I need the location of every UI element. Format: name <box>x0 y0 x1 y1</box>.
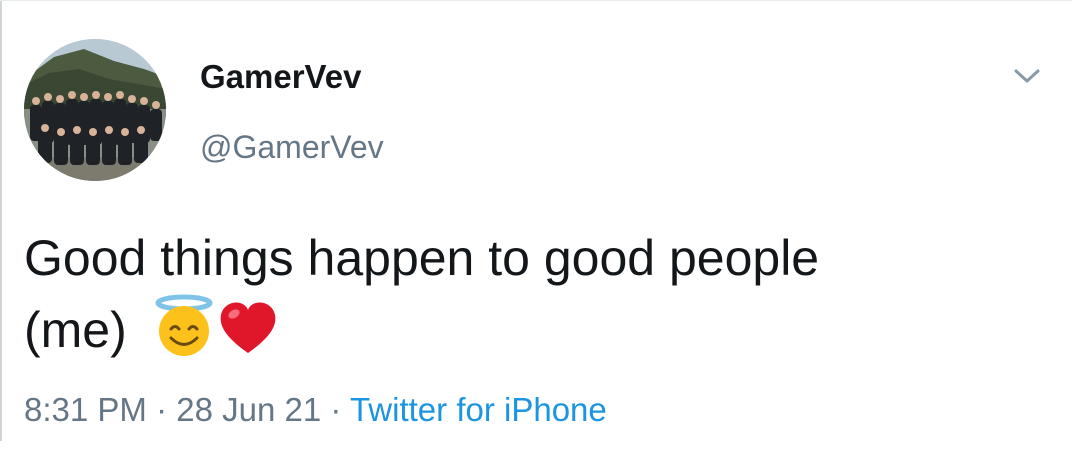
separator-dot: · <box>156 391 168 428</box>
tweet-text-me: (me) <box>24 302 127 358</box>
tweet-date[interactable]: 28 Jun 21 <box>176 391 321 428</box>
tweet-text: Good things happen to good people (me) <box>24 223 1054 377</box>
display-name[interactable]: GamerVev <box>200 57 361 97</box>
user-handle[interactable]: @GamerVev <box>200 127 384 167</box>
red-heart-icon <box>217 297 279 377</box>
tweet-time[interactable]: 8:31 PM <box>24 391 147 428</box>
smiling-face-with-halo-icon <box>151 293 217 377</box>
separator-dot: · <box>330 391 342 428</box>
tweet-text-line-2: (me) <box>24 293 1054 377</box>
avatar[interactable] <box>24 39 166 181</box>
avatar-photo <box>24 39 166 181</box>
tweet-card: GamerVev @GamerVev Good things happen to… <box>0 0 1072 464</box>
chevron-down-icon[interactable] <box>1010 61 1044 91</box>
left-border <box>0 1 2 441</box>
tweet-meta: 8:31 PM · 28 Jun 21 · Twitter for iPhone <box>24 387 607 433</box>
tweet-source-link[interactable]: Twitter for iPhone <box>350 391 607 428</box>
tweet-text-line-1: Good things happen to good people <box>24 230 820 286</box>
